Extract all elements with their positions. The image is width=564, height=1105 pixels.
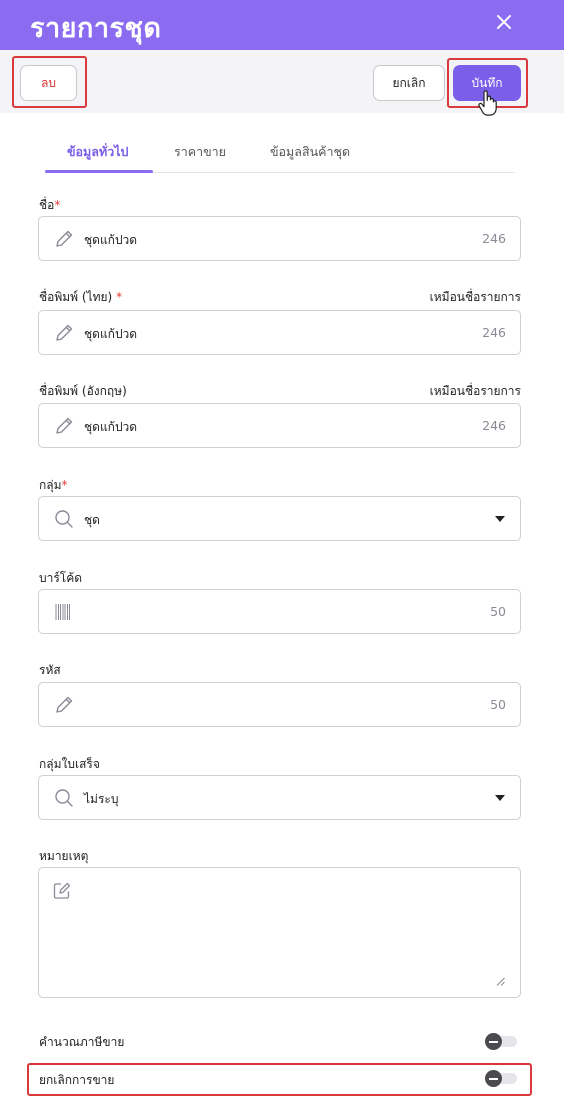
search-icon bbox=[55, 789, 73, 807]
cancel-sale-toggle[interactable] bbox=[485, 1070, 517, 1087]
barcode-char-counter: 50 bbox=[490, 604, 506, 619]
same-as-name-link[interactable]: เหมือนชื่อรายการ bbox=[430, 382, 521, 401]
print-name-th-value: ชุดแก้ปวด bbox=[84, 327, 138, 341]
name-label: ชื่อ* bbox=[39, 198, 61, 212]
chevron-down-icon bbox=[495, 795, 505, 801]
dialog-title: รายการชุด bbox=[30, 13, 162, 44]
tab-bar: ข้อมูลทั่วไป ราคาขาย ข้อมูลสินค้าชุด bbox=[45, 128, 515, 173]
note-label: หมายเหตุ bbox=[39, 849, 89, 863]
chevron-down-icon bbox=[495, 516, 505, 522]
code-label: รหัส bbox=[39, 663, 61, 677]
print-name-en-label: ชื่อพิมพ์ (อังกฤษ) bbox=[39, 384, 127, 398]
toggle-knob bbox=[485, 1033, 502, 1050]
cancel-button[interactable]: ยกเลิก bbox=[373, 65, 445, 101]
pencil-icon bbox=[56, 230, 73, 247]
note-textarea[interactable] bbox=[38, 867, 521, 998]
calc-sales-tax-label: คำนวณภาษีขาย bbox=[39, 1035, 125, 1049]
cancel-sale-label: ยกเลิกการขาย bbox=[39, 1073, 115, 1087]
pencil-icon bbox=[56, 696, 73, 713]
edit-note-icon bbox=[53, 882, 71, 899]
group-select[interactable]: ชุด bbox=[38, 496, 521, 541]
calc-sales-tax-toggle[interactable] bbox=[485, 1033, 517, 1050]
code-field[interactable]: 50 bbox=[38, 682, 521, 727]
name-value: ชุดแก้ปวด bbox=[84, 233, 138, 247]
name-char-counter: 246 bbox=[482, 231, 506, 246]
resize-handle-icon[interactable] bbox=[496, 977, 505, 986]
active-tab-indicator bbox=[45, 170, 153, 173]
search-icon bbox=[55, 510, 73, 528]
receipt-group-select[interactable]: ไม่ระบุ bbox=[38, 775, 521, 820]
barcode-icon bbox=[55, 604, 70, 620]
close-icon[interactable] bbox=[490, 8, 518, 36]
print-name-en-value: ชุดแก้ปวด bbox=[84, 420, 138, 434]
print-name-th-char-counter: 246 bbox=[482, 325, 506, 340]
code-char-counter: 50 bbox=[490, 697, 506, 712]
receipt-group-label: กลุ่มใบเสร็จ bbox=[39, 757, 100, 771]
tab-bundle-items[interactable]: ข้อมูลสินค้าชุด bbox=[270, 142, 350, 162]
receipt-group-value: ไม่ระบุ bbox=[84, 792, 119, 806]
hand-cursor-icon bbox=[478, 90, 497, 116]
print-name-en-char-counter: 246 bbox=[482, 418, 506, 433]
print-name-en-field[interactable]: ชุดแก้ปวด 246 bbox=[38, 403, 521, 448]
tab-general[interactable]: ข้อมูลทั่วไป bbox=[67, 142, 128, 162]
delete-button[interactable]: ลบ bbox=[20, 65, 77, 101]
pencil-icon bbox=[56, 417, 73, 434]
print-name-th-label: ชื่อพิมพ์ (ไทย) * bbox=[39, 290, 123, 304]
group-label: กลุ่ม* bbox=[39, 478, 68, 492]
name-field[interactable]: ชุดแก้ปวด 246 bbox=[38, 216, 521, 261]
same-as-name-link[interactable]: เหมือนชื่อรายการ bbox=[430, 288, 521, 307]
barcode-field[interactable]: 50 bbox=[38, 589, 521, 634]
pencil-icon bbox=[56, 324, 73, 341]
group-value: ชุด bbox=[84, 513, 100, 527]
dialog-header: รายการชุด bbox=[0, 0, 564, 50]
tab-price[interactable]: ราคาขาย bbox=[174, 142, 226, 162]
barcode-label: บาร์โค้ด bbox=[39, 571, 83, 585]
toggle-knob bbox=[485, 1070, 502, 1087]
print-name-th-field[interactable]: ชุดแก้ปวด 246 bbox=[38, 310, 521, 355]
